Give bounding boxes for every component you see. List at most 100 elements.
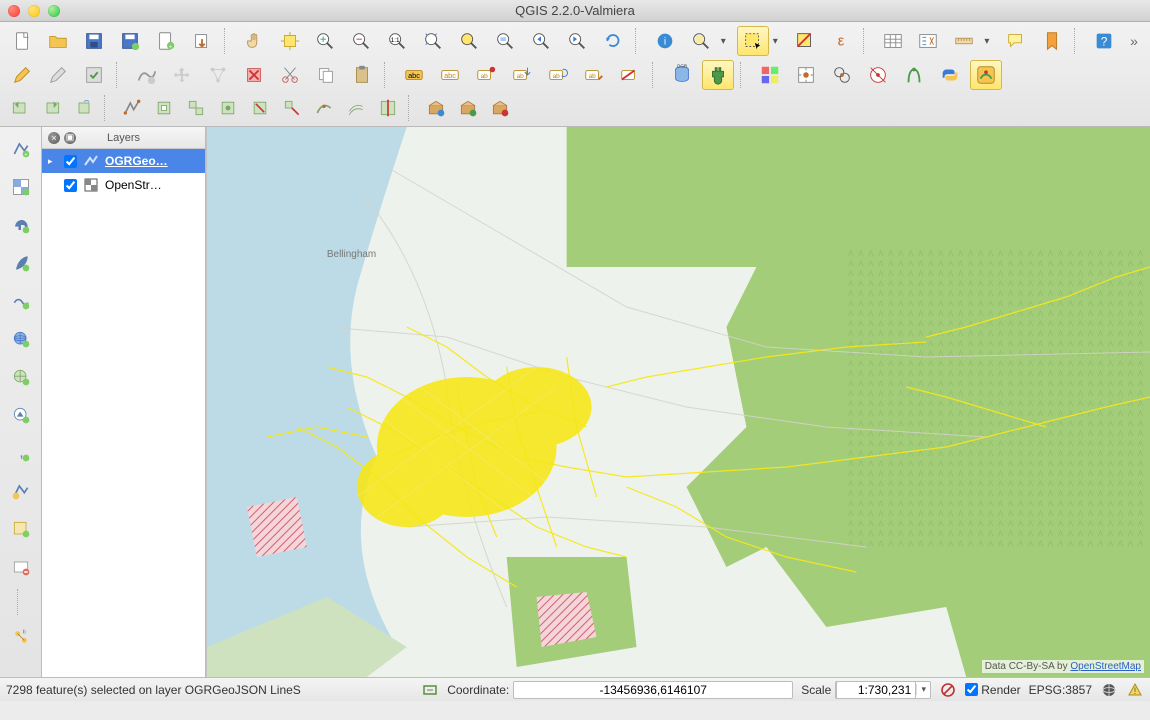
fill-ring-icon[interactable] (214, 94, 242, 122)
layer-row-ogrgeojson[interactable]: ▸ OGRGeo… (42, 149, 205, 173)
zoom-out-icon[interactable] (345, 26, 377, 56)
dropdown-arrow-icon[interactable]: ▾ (984, 36, 996, 47)
move-feature-icon[interactable] (166, 60, 198, 90)
redo-icon[interactable] (38, 94, 66, 122)
composer-manager-icon[interactable] (186, 26, 218, 56)
layers-panel-close-icon[interactable]: × (48, 132, 60, 144)
layers-panel-undock-icon[interactable]: ▣ (64, 132, 76, 144)
delete-selected-icon[interactable] (238, 60, 270, 90)
coordinate-field[interactable] (513, 681, 793, 699)
db-manager-icon[interactable]: OGR (666, 60, 698, 90)
rotate-feature-icon[interactable] (70, 94, 98, 122)
add-raster-layer-icon[interactable] (5, 171, 37, 203)
toolbar-overflow-icon[interactable]: » (1124, 33, 1144, 49)
attribution-link[interactable]: OpenStreetMap (1070, 661, 1141, 672)
cut-features-icon[interactable] (274, 60, 306, 90)
new-print-composer-icon[interactable]: + (150, 26, 182, 56)
python-icon[interactable] (934, 60, 966, 90)
attribute-table-icon[interactable] (877, 26, 909, 56)
deselect-icon[interactable] (789, 26, 821, 56)
zoom-selection-icon[interactable] (453, 26, 485, 56)
map-canvas[interactable]: ⋀ (206, 127, 1150, 677)
package3-icon[interactable] (486, 94, 514, 122)
new-spatialite-icon[interactable] (5, 513, 37, 545)
raster-calc-icon[interactable] (754, 60, 786, 90)
label-settings-icon[interactable]: abc (434, 60, 466, 90)
split-features-icon[interactable] (374, 94, 402, 122)
add-wms-layer-icon[interactable] (5, 323, 37, 355)
measure-icon[interactable] (948, 26, 980, 56)
label-icon[interactable]: abc (398, 60, 430, 90)
node-tool-icon[interactable] (202, 60, 234, 90)
zoom-full-icon[interactable] (417, 26, 449, 56)
add-ring-icon[interactable] (150, 94, 178, 122)
save-as-icon[interactable] (114, 26, 146, 56)
plugin-icon[interactable] (702, 60, 734, 90)
gps-icon[interactable] (862, 60, 894, 90)
zoom-window-button[interactable] (48, 5, 60, 17)
gps-info-icon[interactable]: b (5, 621, 37, 653)
label-rotate-icon[interactable]: ab (542, 60, 574, 90)
scale-field[interactable] (836, 681, 916, 699)
expand-toggle-icon[interactable]: ▸ (48, 156, 58, 167)
package2-icon[interactable] (454, 94, 482, 122)
add-vector-layer-icon[interactable]: + (5, 133, 37, 165)
copy-features-icon[interactable] (310, 60, 342, 90)
grass-icon[interactable] (898, 60, 930, 90)
add-feature-icon[interactable] (130, 60, 162, 90)
crs-status-icon[interactable] (1100, 681, 1118, 699)
layer-row-openstreetmap[interactable]: OpenStr… (42, 173, 205, 197)
reshape-icon[interactable] (310, 94, 338, 122)
undo-icon[interactable] (6, 94, 34, 122)
identify-icon[interactable]: i (649, 26, 681, 56)
chevron-down-icon[interactable]: ▾ (916, 684, 930, 695)
crs-display[interactable]: EPSG:3857 (1029, 683, 1092, 697)
save-edits-icon[interactable] (78, 60, 110, 90)
map-tips-icon[interactable] (1000, 26, 1032, 56)
select-icon[interactable] (685, 26, 717, 56)
add-mssql-layer-icon[interactable] (5, 285, 37, 317)
toggle-edit-icon[interactable] (6, 60, 38, 90)
field-calc-icon[interactable] (912, 26, 944, 56)
zoom-layer-icon[interactable] (489, 26, 521, 56)
delete-part-icon[interactable] (278, 94, 306, 122)
zoom-next-icon[interactable] (561, 26, 593, 56)
osm-icon[interactable] (970, 60, 1002, 90)
dropdown-arrow-icon[interactable]: ▾ (773, 36, 785, 47)
expression-select-icon[interactable]: ε (825, 26, 857, 56)
simplify-icon[interactable] (118, 94, 146, 122)
bookmark-icon[interactable] (1036, 26, 1068, 56)
offset-curve-icon[interactable] (342, 94, 370, 122)
label-hide-icon[interactable] (614, 60, 646, 90)
new-vector-layer-icon[interactable] (5, 475, 37, 507)
dropdown-arrow-icon[interactable]: ▾ (721, 36, 733, 47)
label-move-icon[interactable]: ab (506, 60, 538, 90)
toggle-extents-icon[interactable] (421, 681, 439, 699)
save-project-icon[interactable] (78, 26, 110, 56)
render-checkbox[interactable]: Render (965, 683, 1020, 697)
add-spatialite-layer-icon[interactable] (5, 247, 37, 279)
open-project-icon[interactable] (42, 26, 74, 56)
layer-visibility-checkbox[interactable] (64, 155, 77, 168)
package-icon[interactable] (422, 94, 450, 122)
georef-icon[interactable] (790, 60, 822, 90)
layer-visibility-checkbox[interactable] (64, 179, 77, 192)
help-icon[interactable]: ? (1088, 26, 1120, 56)
pan-to-selection-icon[interactable] (274, 26, 306, 56)
close-window-button[interactable] (8, 5, 20, 17)
paste-features-icon[interactable] (346, 60, 378, 90)
new-project-icon[interactable] (6, 26, 38, 56)
label-pin-icon[interactable]: ab (470, 60, 502, 90)
refresh-icon[interactable] (597, 26, 629, 56)
pan-icon[interactable] (238, 26, 270, 56)
minimize-window-button[interactable] (28, 5, 40, 17)
zoom-last-icon[interactable] (525, 26, 557, 56)
zoom-in-icon[interactable] (309, 26, 341, 56)
messages-icon[interactable]: ! (1126, 681, 1144, 699)
add-delimited-text-icon[interactable]: , (5, 437, 37, 469)
label-change-icon[interactable]: ab (578, 60, 610, 90)
add-wfs-layer-icon[interactable] (5, 399, 37, 431)
zoom-native-icon[interactable]: 1:1 (381, 26, 413, 56)
scale-combo[interactable]: ▾ (835, 681, 931, 699)
edit-icon[interactable] (42, 60, 74, 90)
